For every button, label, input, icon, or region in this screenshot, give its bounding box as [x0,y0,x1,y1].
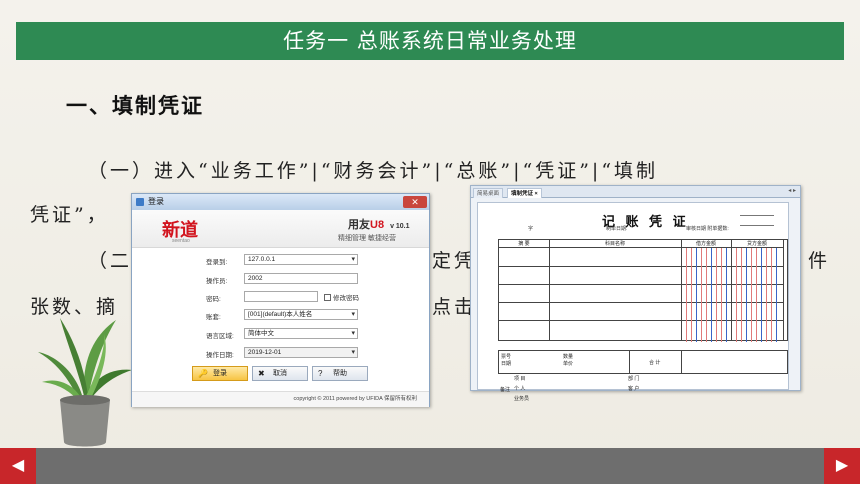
voucher-window: 简易桌面 填制凭证 × ◂ ▸ 记 账 凭 证 字 制单日期: 审核日期 附单据… [470,185,801,402]
login-dialog: 登录 ✕ 新道 seentao 用友U8 v 10.1 精细管理 敏捷经营 登录到… [131,193,430,407]
paragraph-1-line-1: （一）进入“业务工作”|“财务会计”|“总账”|“凭证”|“填制 [88,160,659,182]
change-password-checkbox[interactable]: 修改密码 [324,292,359,302]
col-debit: 借方金额 [681,240,731,248]
voucher-paper: 记 账 凭 证 字 制单日期: 审核日期 附单据数: 摘 要 科目名称 借方金额… [477,202,789,402]
help-button[interactable]: ? 帮助 [312,366,368,381]
slogan: 精细管理 敏捷经营 [338,235,396,242]
paragraph-2-end: 件 [808,250,831,272]
seentao-logo-sub: seentao [172,238,190,244]
slide-title: 任务一 总账系统日常业务处理 [16,22,844,60]
voucher-aux-info: 备注 项 目 部 门 个 人 客 户 业务员 [500,376,640,402]
ufida-logo: 用友U8 v 10.1 [348,219,410,231]
close-button[interactable]: ✕ [403,196,427,208]
login-titlebar: 登录 ✕ [132,194,429,210]
operator-input[interactable]: 2002 [244,273,358,284]
voucher-tabs: 简易桌面 填制凭证 × ◂ ▸ [471,186,800,198]
login-title: 登录 [148,197,164,206]
col-summary: 摘 要 [499,240,549,248]
tab-desktop[interactable]: 简易桌面 [473,188,504,198]
voucher-total-row: 票号 日期 数量 单价 合 计 [498,350,788,374]
voucher-word: 字 [528,226,534,232]
next-slide-button[interactable]: ▶ [824,448,860,484]
account-select[interactable]: [001](default)本人姓名 [244,309,358,320]
language-select[interactable]: 简体中文 [244,328,358,339]
server-select[interactable]: 127.0.0.1 [244,254,358,265]
tab-nav-icons[interactable]: ◂ ▸ [788,187,796,194]
date-select[interactable]: 2019-12-01 [244,347,358,358]
cancel-icon: ✖ [258,369,265,378]
tab-fill-voucher[interactable]: 填制凭证 × [507,188,542,198]
col-account: 科目名称 [549,240,681,248]
potted-plant-image [38,318,132,447]
col-credit: 贷方金额 [731,240,783,248]
cancel-button[interactable]: ✖ 取消 [252,366,308,381]
login-banner: 新道 seentao 用友U8 v 10.1 精细管理 敏捷经营 [132,210,429,248]
paragraph-1-line-2: 凭证”， [30,204,109,226]
voucher-date-label: 制单日期: [606,226,628,232]
section-heading: 一、填制凭证 [66,93,204,118]
bottom-nav-bar [0,448,860,484]
login-button[interactable]: 🔑 登录 [192,366,248,381]
previous-slide-button[interactable]: ◀ [0,448,36,484]
voucher-entry-table[interactable]: 摘 要 科目名称 借方金额 贷方金额 [498,239,788,342]
app-icon [136,198,144,206]
help-icon: ? [318,369,323,378]
password-input[interactable] [244,291,318,302]
paragraph-2-start: （二 [88,250,133,272]
voucher-audit-label: 审核日期 附单据数: [686,226,729,232]
key-icon: 🔑 [198,369,208,378]
login-footer: copyright © 2011 powered by UFIDA 保留所有权利 [132,391,429,407]
tab-close-icon: × [534,191,538,197]
slide: 任务一 总账系统日常业务处理 一、填制凭证 （一）进入“业务工作”|“财务会计”… [0,0,860,484]
